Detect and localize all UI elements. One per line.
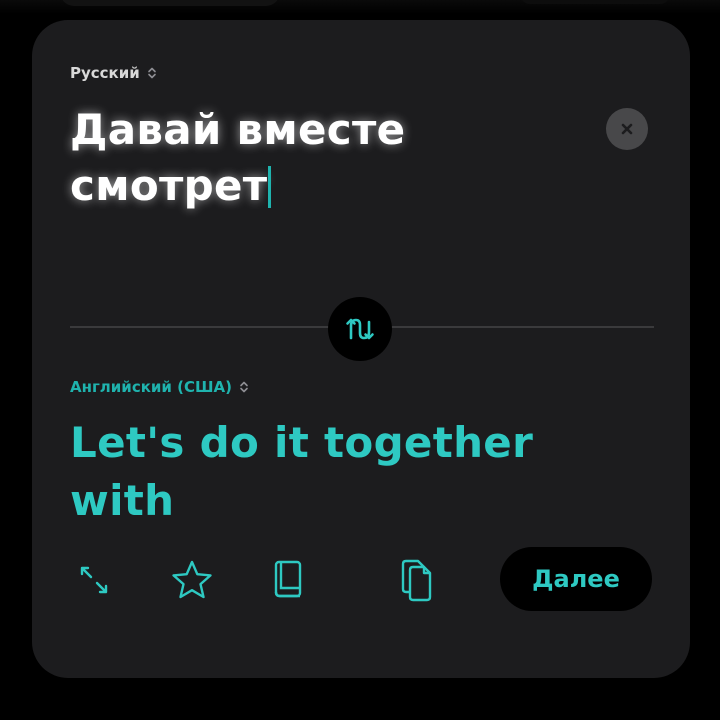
expand-button[interactable]: [70, 556, 118, 604]
action-bar: [70, 556, 432, 604]
source-language-label: Русский: [70, 64, 140, 82]
target-language-picker[interactable]: Английский (США): [70, 376, 250, 398]
target-language-label: Английский (США): [70, 378, 232, 396]
source-language-picker[interactable]: Русский: [70, 62, 158, 84]
favorite-button[interactable]: [168, 556, 216, 604]
copy-button[interactable]: [392, 556, 440, 604]
source-text: Давай вместе смотрет: [70, 105, 406, 210]
swap-arrows-icon: [346, 318, 374, 340]
star-icon: [172, 560, 212, 599]
text-cursor: [268, 166, 272, 208]
swap-languages-button[interactable]: [328, 297, 392, 361]
expand-icon: [80, 566, 108, 594]
close-icon: [621, 123, 633, 135]
translation-card: Русский Давай вместе смотрет Английский …: [32, 20, 690, 678]
copy-icon: [401, 559, 432, 602]
book-icon: [274, 560, 302, 598]
dictionary-button[interactable]: [264, 556, 312, 604]
top-partial-element-right: [520, 0, 670, 4]
chevron-up-down-icon: [240, 381, 248, 393]
clear-button[interactable]: [606, 108, 648, 150]
top-partial-element: [60, 0, 280, 6]
translated-text: Let's do it together with: [70, 418, 534, 525]
next-button[interactable]: Далее: [500, 547, 652, 611]
chevron-up-down-icon: [147, 67, 156, 79]
source-text-input[interactable]: Давай вместе смотрет: [70, 102, 510, 214]
